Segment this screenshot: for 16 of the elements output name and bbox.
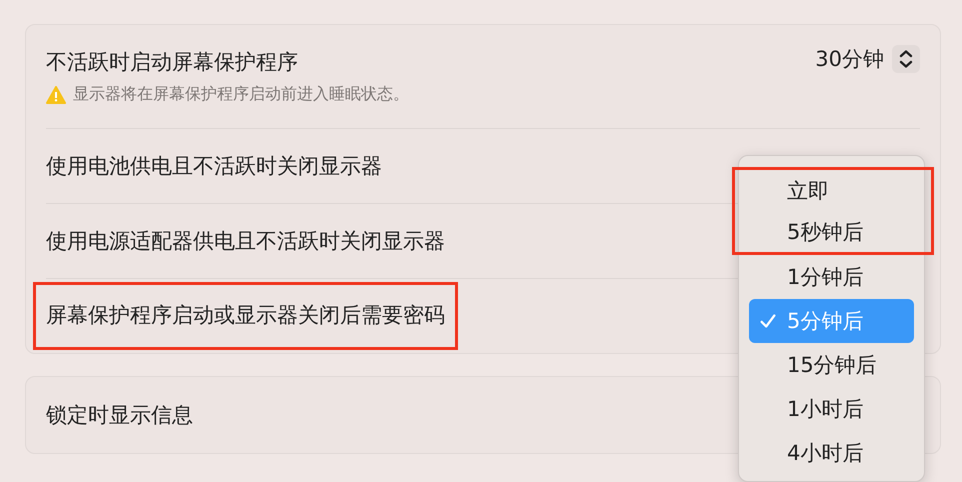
setting-label: 使用电源适配器供电且不活跃时关闭显示器 (46, 228, 445, 255)
menu-item[interactable]: 1分钟后 (749, 255, 914, 299)
warning-icon (46, 86, 66, 104)
menu-item[interactable]: 4小时后 (749, 431, 914, 475)
setting-label: 锁定时显示信息 (46, 402, 193, 429)
menu-item[interactable]: 5秒钟后 (749, 211, 914, 252)
setting-label: 使用电池供电且不活跃时关闭显示器 (46, 153, 382, 180)
setting-label: 不活跃时启动屏幕保护程序 (46, 49, 299, 76)
setting-label: 屏幕保护程序启动或显示器关闭后需要密码 (33, 282, 458, 350)
warning-text: 显示器将在屏幕保护程序启动前进入睡眠状态。 (73, 84, 409, 105)
menu-item[interactable]: 立即 (749, 170, 914, 211)
checkmark-icon (759, 312, 777, 330)
menu-item[interactable]: 15分钟后 (749, 343, 914, 387)
menu-item[interactable]: 1小时后 (749, 387, 914, 431)
duration-popup[interactable]: 30分钟 (815, 44, 920, 72)
stepper-icon (892, 44, 920, 72)
